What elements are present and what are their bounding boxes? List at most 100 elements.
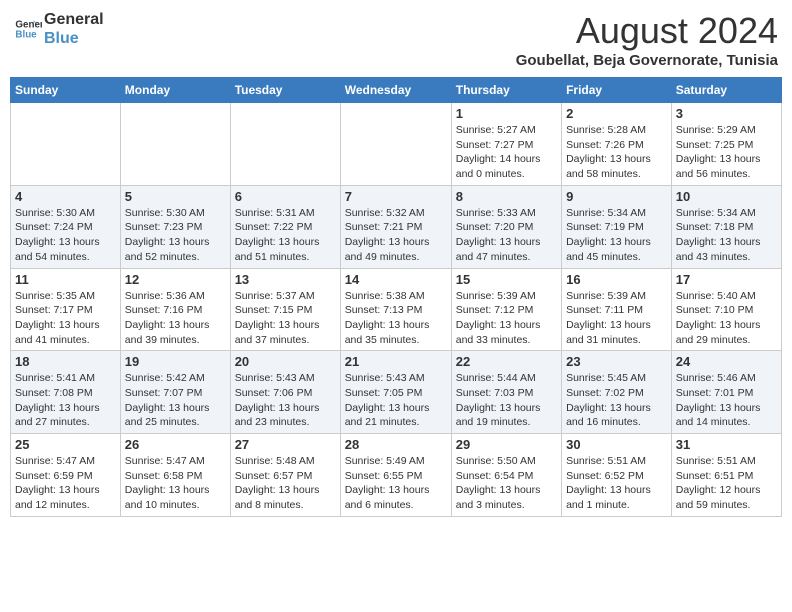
calendar-cell: 4Sunrise: 5:30 AMSunset: 7:24 PMDaylight…	[11, 185, 121, 268]
calendar-cell: 7 Sunrise: 5:32 AMSunset: 7:21 PMDaylight…	[340, 185, 451, 268]
day-info: Sunrise: 5:32 AMSunset: 7:21 PMDaylight:…	[345, 206, 447, 265]
day-number: 30	[566, 437, 667, 452]
weekday-header-wednesday: Wednesday	[340, 78, 451, 103]
day-number: 25	[15, 437, 116, 452]
calendar-cell: 5Sunrise: 5:30 AMSunset: 7:23 PMDaylight…	[120, 185, 230, 268]
day-number: 26	[125, 437, 226, 452]
calendar-cell: 17 Sunrise: 5:40 AMSunset: 7:10 PMDayligh…	[671, 268, 781, 351]
weekday-header-thursday: Thursday	[451, 78, 561, 103]
calendar-cell: 9 Sunrise: 5:34 AMSunset: 7:19 PMDaylight…	[562, 185, 672, 268]
day-info: Sunrise: 5:34 AMSunset: 7:18 PMDaylight:…	[676, 206, 777, 265]
week-row-2: 4Sunrise: 5:30 AMSunset: 7:24 PMDaylight…	[11, 185, 782, 268]
week-row-5: 25 Sunrise: 5:47 AMSunset: 6:59 PMDayligh…	[11, 434, 782, 517]
logo: General Blue General Blue	[14, 10, 104, 48]
day-number: 9	[566, 189, 667, 204]
day-info: Sunrise: 5:45 AMSunset: 7:02 PMDaylight:…	[566, 371, 667, 430]
day-info: Sunrise: 5:30 AMSunset: 7:24 PMDaylight:…	[15, 206, 116, 265]
calendar-cell: 26 Sunrise: 5:47 AMSunset: 6:58 PMDayligh…	[120, 434, 230, 517]
calendar-cell: 11Sunrise: 5:35 AMSunset: 7:17 PMDayligh…	[11, 268, 121, 351]
weekday-header-friday: Friday	[562, 78, 672, 103]
day-number: 28	[345, 437, 447, 452]
page-header: General Blue General Blue August 2024 Go…	[10, 10, 782, 69]
calendar-cell: 29Sunrise: 5:50 AMSunset: 6:54 PMDayligh…	[451, 434, 561, 517]
calendar-cell: 19 Sunrise: 5:42 AMSunset: 7:07 PMDayligh…	[120, 351, 230, 434]
day-number: 20	[235, 354, 336, 369]
day-info: Sunrise: 5:42 AMSunset: 7:07 PMDaylight:…	[125, 371, 226, 430]
day-info: Sunrise: 5:44 AMSunset: 7:03 PMDaylight:…	[456, 371, 557, 430]
day-info: Sunrise: 5:29 AMSunset: 7:25 PMDaylight:…	[676, 123, 777, 182]
calendar-cell: 2Sunrise: 5:28 AMSunset: 7:26 PMDaylight…	[562, 103, 672, 186]
calendar-cell: 30 Sunrise: 5:51 AMSunset: 6:52 PMDayligh…	[562, 434, 672, 517]
day-info: Sunrise: 5:47 AMSunset: 6:58 PMDaylight:…	[125, 454, 226, 513]
logo-icon: General Blue	[14, 15, 42, 43]
day-number: 21	[345, 354, 447, 369]
day-number: 13	[235, 272, 336, 287]
calendar-cell	[230, 103, 340, 186]
day-info: Sunrise: 5:43 AMSunset: 7:05 PMDaylight:…	[345, 371, 447, 430]
day-number: 10	[676, 189, 777, 204]
calendar-cell	[120, 103, 230, 186]
calendar-cell: 25 Sunrise: 5:47 AMSunset: 6:59 PMDayligh…	[11, 434, 121, 517]
day-number: 19	[125, 354, 226, 369]
day-info: Sunrise: 5:27 AMSunset: 7:27 PMDaylight:…	[456, 123, 557, 182]
logo-blue: Blue	[44, 29, 104, 48]
calendar-table: SundayMondayTuesdayWednesdayThursdayFrid…	[10, 77, 782, 517]
week-row-4: 18 Sunrise: 5:41 AMSunset: 7:08 PMDayligh…	[11, 351, 782, 434]
calendar-cell	[340, 103, 451, 186]
day-info: Sunrise: 5:51 AMSunset: 6:51 PMDaylight:…	[676, 454, 777, 513]
day-number: 17	[676, 272, 777, 287]
calendar-cell: 18 Sunrise: 5:41 AMSunset: 7:08 PMDayligh…	[11, 351, 121, 434]
calendar-cell: 22 Sunrise: 5:44 AMSunset: 7:03 PMDayligh…	[451, 351, 561, 434]
day-info: Sunrise: 5:46 AMSunset: 7:01 PMDaylight:…	[676, 371, 777, 430]
day-number: 24	[676, 354, 777, 369]
day-info: Sunrise: 5:41 AMSunset: 7:08 PMDaylight:…	[15, 371, 116, 430]
day-info: Sunrise: 5:36 AMSunset: 7:16 PMDaylight:…	[125, 289, 226, 348]
day-info: Sunrise: 5:39 AMSunset: 7:12 PMDaylight:…	[456, 289, 557, 348]
day-info: Sunrise: 5:34 AMSunset: 7:19 PMDaylight:…	[566, 206, 667, 265]
weekday-header-saturday: Saturday	[671, 78, 781, 103]
logo-general: General	[44, 10, 104, 29]
calendar-cell: 13 Sunrise: 5:37 AMSunset: 7:15 PMDayligh…	[230, 268, 340, 351]
calendar-cell: 27 Sunrise: 5:48 AMSunset: 6:57 PMDayligh…	[230, 434, 340, 517]
calendar-cell: 12 Sunrise: 5:36 AMSunset: 7:16 PMDayligh…	[120, 268, 230, 351]
day-number: 27	[235, 437, 336, 452]
day-number: 1	[456, 106, 557, 121]
calendar-cell: 16 Sunrise: 5:39 AMSunset: 7:11 PMDayligh…	[562, 268, 672, 351]
day-number: 18	[15, 354, 116, 369]
day-info: Sunrise: 5:47 AMSunset: 6:59 PMDaylight:…	[15, 454, 116, 513]
svg-text:Blue: Blue	[15, 30, 37, 41]
day-info: Sunrise: 5:51 AMSunset: 6:52 PMDaylight:…	[566, 454, 667, 513]
title-block: August 2024 Goubellat, Beja Governorate,…	[516, 10, 778, 69]
calendar-cell: 6Sunrise: 5:31 AMSunset: 7:22 PMDaylight…	[230, 185, 340, 268]
day-number: 8	[456, 189, 557, 204]
day-number: 31	[676, 437, 777, 452]
day-info: Sunrise: 5:37 AMSunset: 7:15 PMDaylight:…	[235, 289, 336, 348]
calendar-cell: 28 Sunrise: 5:49 AMSunset: 6:55 PMDayligh…	[340, 434, 451, 517]
day-number: 16	[566, 272, 667, 287]
calendar-cell: 8 Sunrise: 5:33 AMSunset: 7:20 PMDaylight…	[451, 185, 561, 268]
day-number: 2	[566, 106, 667, 121]
day-number: 3	[676, 106, 777, 121]
day-info: Sunrise: 5:33 AMSunset: 7:20 PMDaylight:…	[456, 206, 557, 265]
weekday-header-sunday: Sunday	[11, 78, 121, 103]
day-number: 7	[345, 189, 447, 204]
day-number: 23	[566, 354, 667, 369]
day-number: 12	[125, 272, 226, 287]
calendar-cell: 20 Sunrise: 5:43 AMSunset: 7:06 PMDayligh…	[230, 351, 340, 434]
calendar-cell: 3 Sunrise: 5:29 AMSunset: 7:25 PMDaylight…	[671, 103, 781, 186]
day-info: Sunrise: 5:40 AMSunset: 7:10 PMDaylight:…	[676, 289, 777, 348]
day-info: Sunrise: 5:48 AMSunset: 6:57 PMDaylight:…	[235, 454, 336, 513]
location-subtitle: Goubellat, Beja Governorate, Tunisia	[516, 52, 778, 69]
day-info: Sunrise: 5:43 AMSunset: 7:06 PMDaylight:…	[235, 371, 336, 430]
day-info: Sunrise: 5:39 AMSunset: 7:11 PMDaylight:…	[566, 289, 667, 348]
calendar-cell: 14Sunrise: 5:38 AMSunset: 7:13 PMDayligh…	[340, 268, 451, 351]
day-number: 22	[456, 354, 557, 369]
day-number: 6	[235, 189, 336, 204]
day-info: Sunrise: 5:35 AMSunset: 7:17 PMDaylight:…	[15, 289, 116, 348]
calendar-cell: 1 Sunrise: 5:27 AMSunset: 7:27 PMDaylight…	[451, 103, 561, 186]
day-info: Sunrise: 5:49 AMSunset: 6:55 PMDaylight:…	[345, 454, 447, 513]
calendar-cell: 23 Sunrise: 5:45 AMSunset: 7:02 PMDayligh…	[562, 351, 672, 434]
week-row-3: 11Sunrise: 5:35 AMSunset: 7:17 PMDayligh…	[11, 268, 782, 351]
day-number: 29	[456, 437, 557, 452]
weekday-header-tuesday: Tuesday	[230, 78, 340, 103]
